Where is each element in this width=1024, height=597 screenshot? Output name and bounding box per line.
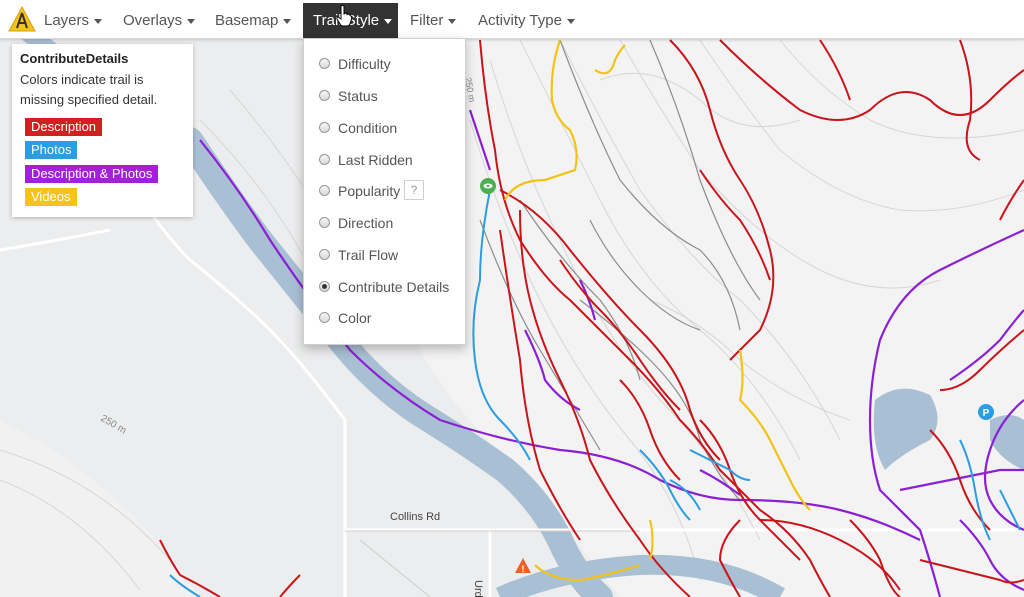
chevron-down-icon [566, 18, 575, 24]
option-direction[interactable]: Direction [304, 209, 466, 237]
radio-last-ridden[interactable] [319, 154, 330, 165]
option-color[interactable]: Color [304, 304, 466, 332]
parking-marker-icon[interactable]: P [978, 404, 994, 420]
legend-title: ContributeDetails [20, 51, 129, 66]
option-condition-label: Condition [338, 120, 398, 136]
top-navbar: Layers Overlays Basemap Trail Style Filt… [0, 0, 1024, 39]
chevron-down-icon [384, 18, 393, 24]
radio-condition[interactable] [319, 122, 330, 133]
legend-item-description: Description [25, 118, 103, 136]
trail-style-dropdown: Difficulty Status Condition Last Ridden … [303, 38, 466, 345]
radio-direction[interactable] [319, 217, 330, 228]
legend-description: Colors indicate trail is missing specifi… [20, 72, 158, 107]
hand-cursor-icon [336, 5, 353, 27]
eye-marker-icon[interactable] [480, 178, 496, 194]
nav-layers-label: Layers [44, 12, 90, 29]
nav-activity-type[interactable]: Activity Type [468, 3, 585, 38]
legend-item-videos: Videos [25, 188, 77, 206]
radio-trail-flow[interactable] [319, 249, 330, 260]
parking-marker-label: P [983, 408, 990, 419]
nav-basemap-label: Basemap [215, 12, 279, 29]
chevron-down-icon [94, 18, 103, 24]
nav-filter-label: Filter [410, 12, 444, 29]
radio-status[interactable] [319, 90, 330, 101]
radio-difficulty[interactable] [319, 58, 330, 69]
nav-activity-type-label: Activity Type [478, 12, 562, 29]
option-popularity-label: Popularity [338, 183, 401, 199]
option-trail-flow[interactable]: Trail Flow [304, 241, 466, 269]
nav-overlays[interactable]: Overlays [113, 3, 205, 38]
road-label-urd: Urd [472, 580, 484, 597]
option-trail-flow-label: Trail Flow [338, 247, 399, 263]
road-label-collins: Collins Rd [390, 511, 440, 523]
chevron-down-icon [283, 18, 292, 24]
chevron-down-icon [448, 18, 457, 24]
option-color-label: Color [338, 310, 372, 326]
chevron-down-icon [187, 18, 196, 24]
nav-overlays-label: Overlays [123, 12, 183, 29]
option-contribute-details[interactable]: Contribute Details [304, 273, 466, 301]
option-popularity[interactable]: Popularity ? [304, 177, 466, 205]
radio-contribute-details[interactable] [319, 281, 330, 292]
option-direction-label: Direction [338, 215, 394, 231]
option-difficulty[interactable]: Difficulty [304, 50, 466, 78]
legend-item-photos: Photos [25, 141, 78, 159]
option-contribute-details-label: Contribute Details [338, 279, 450, 295]
radio-popularity[interactable] [319, 185, 330, 196]
option-condition[interactable]: Condition [304, 114, 466, 142]
nav-basemap[interactable]: Basemap [205, 3, 301, 38]
trailforks-logo-icon[interactable] [8, 5, 36, 32]
map-legend: ContributeDetails Colors indicate trail … [12, 44, 193, 217]
popularity-help-button[interactable]: ? [404, 180, 424, 200]
nav-filter[interactable]: Filter [400, 3, 466, 38]
legend-item-description-photos: Description & Photos [25, 165, 159, 183]
option-last-ridden[interactable]: Last Ridden [304, 146, 466, 174]
option-status-label: Status [338, 88, 378, 104]
option-last-ridden-label: Last Ridden [338, 152, 413, 168]
warning-marker-label: ! [522, 564, 525, 574]
nav-layers[interactable]: Layers [34, 3, 112, 38]
option-difficulty-label: Difficulty [338, 56, 391, 72]
option-status[interactable]: Status [304, 82, 466, 110]
radio-color[interactable] [319, 312, 330, 323]
